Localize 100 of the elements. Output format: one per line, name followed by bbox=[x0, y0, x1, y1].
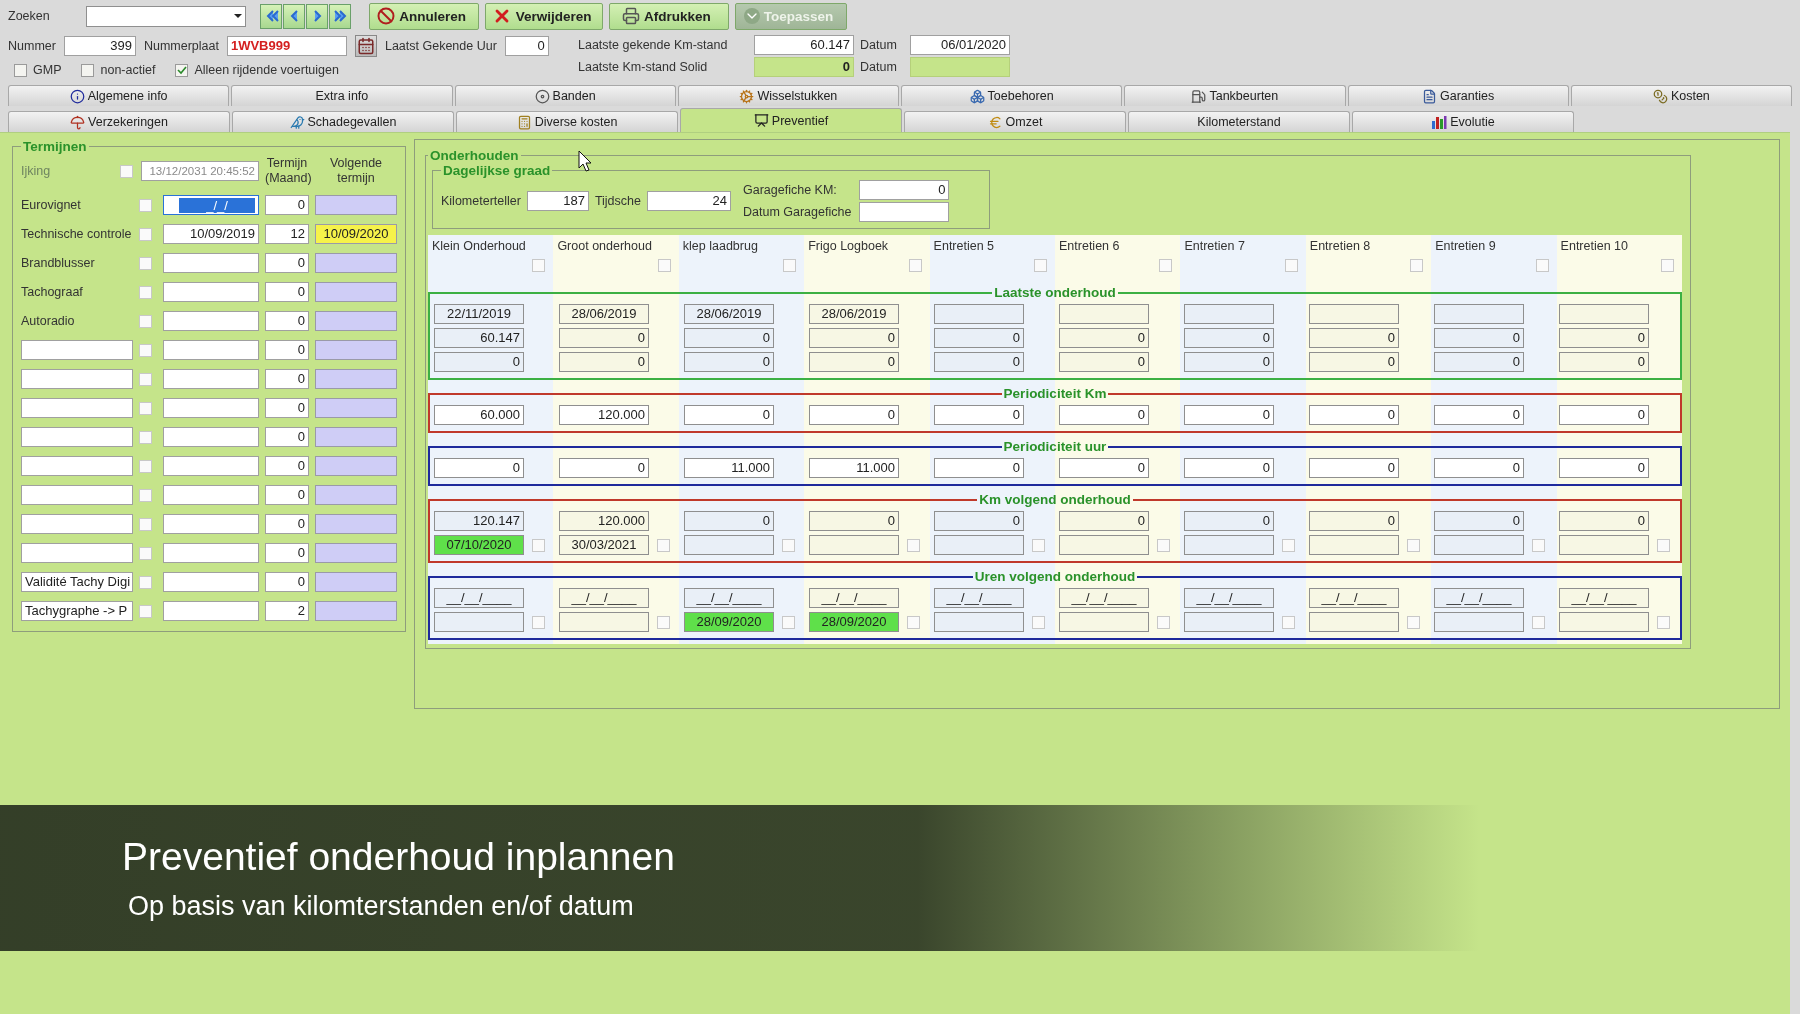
value-field[interactable]: __/__/____ bbox=[809, 588, 899, 608]
value-field[interactable]: 0 bbox=[434, 458, 524, 478]
date-field[interactable] bbox=[163, 543, 259, 563]
value-field[interactable]: __/__/____ bbox=[934, 588, 1024, 608]
date-field[interactable]: 10/09/2019 bbox=[163, 224, 259, 244]
value-field[interactable] bbox=[684, 535, 774, 555]
term-field[interactable]: 0 bbox=[265, 543, 309, 563]
checkbox[interactable] bbox=[782, 615, 795, 629]
last-record-button[interactable] bbox=[328, 3, 351, 29]
tab[interactable]: Schadegevallen bbox=[232, 111, 454, 132]
checkbox[interactable] bbox=[1157, 615, 1170, 629]
term-field[interactable]: 0 bbox=[265, 572, 309, 592]
value-field[interactable]: 120.000 bbox=[559, 511, 649, 531]
checkbox[interactable] bbox=[81, 63, 95, 77]
term-field[interactable]: 0 bbox=[265, 427, 309, 447]
date-field[interactable] bbox=[163, 311, 259, 331]
tab[interactable]: Kilometerstand bbox=[1128, 111, 1350, 132]
value-field[interactable]: 120.000 bbox=[559, 405, 649, 425]
checkbox[interactable] bbox=[139, 314, 152, 328]
tab[interactable]: Verzekeringen bbox=[8, 111, 230, 132]
value-field[interactable]: 0 bbox=[809, 405, 899, 425]
checkbox[interactable] bbox=[14, 63, 27, 77]
date-field[interactable] bbox=[163, 485, 259, 505]
value-field[interactable] bbox=[1059, 535, 1149, 555]
date-field[interactable] bbox=[163, 601, 259, 621]
value-field[interactable]: 0 bbox=[559, 328, 649, 348]
date-field[interactable] bbox=[163, 369, 259, 389]
checkbox[interactable] bbox=[120, 164, 133, 178]
checkbox[interactable] bbox=[139, 256, 152, 270]
value-field[interactable]: 28/06/2019 bbox=[809, 304, 899, 324]
value-field[interactable]: 0 bbox=[809, 352, 899, 372]
value-field[interactable] bbox=[1184, 612, 1274, 632]
term-field[interactable]: 12 bbox=[265, 224, 309, 244]
value-field[interactable]: 0 bbox=[1559, 458, 1649, 478]
print-button[interactable]: Afdrukken bbox=[608, 2, 729, 30]
checkbox[interactable] bbox=[1157, 538, 1170, 552]
value-field[interactable]: 0 bbox=[1309, 458, 1399, 478]
term-name-field[interactable]: Tachygraphe -> P bbox=[21, 601, 133, 621]
value-field[interactable]: 0 bbox=[1434, 405, 1524, 425]
value-field[interactable]: 0 bbox=[1059, 511, 1149, 531]
checkbox[interactable] bbox=[139, 227, 152, 241]
value-field[interactable]: 0 bbox=[1059, 328, 1149, 348]
value-field[interactable]: 0 bbox=[684, 352, 774, 372]
tab[interactable]: Garanties bbox=[1347, 85, 1569, 106]
value-field[interactable] bbox=[1309, 612, 1399, 632]
checkbox[interactable] bbox=[783, 259, 797, 272]
value-field[interactable]: 0 bbox=[934, 352, 1024, 372]
value-field[interactable]: 0 bbox=[1434, 352, 1524, 372]
term-name-field[interactable] bbox=[21, 369, 133, 389]
checkbox[interactable] bbox=[657, 259, 671, 272]
value-field[interactable]: __/__/____ bbox=[559, 588, 649, 608]
tab[interactable]: Preventief bbox=[680, 108, 902, 132]
term-field[interactable]: 0 bbox=[265, 311, 309, 331]
checkbox[interactable] bbox=[1532, 538, 1545, 552]
checkbox[interactable] bbox=[657, 538, 670, 552]
value-field[interactable] bbox=[1309, 535, 1399, 555]
time-field[interactable]: 24 bbox=[647, 191, 731, 211]
value-field[interactable]: 0 bbox=[1559, 405, 1649, 425]
term-name-field[interactable]: Validité Tachy Digi bbox=[21, 572, 133, 592]
value-field[interactable]: 0 bbox=[934, 405, 1024, 425]
value-field[interactable] bbox=[809, 535, 899, 555]
checkbox[interactable] bbox=[1657, 538, 1670, 552]
checkbox[interactable] bbox=[1159, 259, 1173, 272]
value-field[interactable]: 0 bbox=[1184, 405, 1274, 425]
value-field[interactable]: 120.147 bbox=[434, 511, 524, 531]
tab[interactable]: Extra info bbox=[231, 85, 453, 106]
value-field[interactable]: 0 bbox=[684, 328, 774, 348]
checkbox[interactable] bbox=[907, 615, 920, 629]
value-field[interactable]: 0 bbox=[434, 352, 524, 372]
date-field[interactable]: 13/12/2031 20:45:52 bbox=[141, 161, 259, 181]
checkbox[interactable] bbox=[139, 372, 152, 386]
value-field[interactable]: 0 bbox=[809, 511, 899, 531]
checkbox[interactable] bbox=[907, 538, 920, 552]
value-field[interactable]: 0 bbox=[1559, 328, 1649, 348]
date-field[interactable] bbox=[163, 514, 259, 534]
value-field[interactable] bbox=[1184, 304, 1274, 324]
value-field[interactable]: 0 bbox=[1309, 405, 1399, 425]
term-name-field[interactable] bbox=[21, 427, 133, 447]
checkbox[interactable] bbox=[175, 63, 189, 77]
garage-date-field[interactable] bbox=[859, 202, 950, 222]
checkbox[interactable] bbox=[1282, 615, 1295, 629]
tab[interactable]: Banden bbox=[454, 85, 676, 106]
checkbox[interactable] bbox=[657, 615, 670, 629]
tab[interactable]: Algemene info bbox=[8, 85, 230, 106]
value-field[interactable]: 0 bbox=[1059, 458, 1149, 478]
checkbox[interactable] bbox=[1284, 259, 1298, 272]
value-field[interactable]: 28/06/2019 bbox=[559, 304, 649, 324]
date-field[interactable] bbox=[163, 282, 259, 302]
term-field[interactable]: 0 bbox=[265, 485, 309, 505]
date-field[interactable] bbox=[163, 572, 259, 592]
value-field[interactable]: 0 bbox=[1059, 352, 1149, 372]
tab[interactable]: Toebehoren bbox=[901, 85, 1123, 106]
value-field[interactable]: 0 bbox=[1559, 352, 1649, 372]
checkbox[interactable] bbox=[139, 488, 152, 502]
value-field[interactable]: 0 bbox=[934, 458, 1024, 478]
term-name-field[interactable] bbox=[21, 340, 133, 360]
value-field[interactable] bbox=[934, 535, 1024, 555]
value-field[interactable]: 28/09/2020 bbox=[809, 612, 899, 632]
tab[interactable]: Omzet bbox=[904, 111, 1126, 132]
hours-field[interactable]: 0 bbox=[504, 36, 549, 56]
